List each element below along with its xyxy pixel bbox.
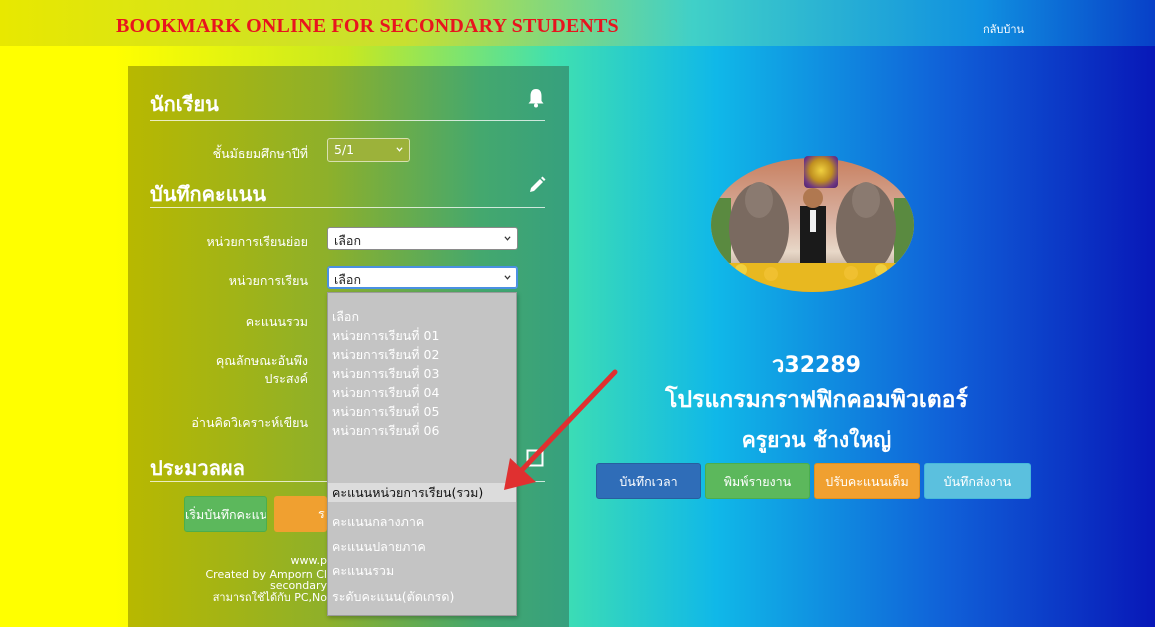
course-name: โปรแกรมกราฟฟิกคอมพิวเตอร์: [665, 387, 968, 413]
dropdown-option[interactable]: หน่วยการเรียนที่ 05: [328, 402, 516, 421]
unit-select-value: เลือก: [334, 272, 362, 287]
start-score-button[interactable]: เริ่มบันทึกคะแนน: [184, 496, 267, 532]
grade-label: ชั้นมัธยมศึกษาปีที่: [212, 146, 308, 161]
footer-secondary: secondary: [269, 579, 327, 592]
teacher-name: ครูยวน ช้างใหญ่: [741, 428, 892, 452]
dropdown-option[interactable]: คะแนนปลายภาค: [328, 537, 516, 556]
sub-unit-select-value: เลือก: [334, 233, 362, 248]
unit-dropdown-list: เลือก หน่วยการเรียนที่ 01 หน่วยการเรียนท…: [327, 292, 517, 616]
report-button[interactable]: ร: [274, 496, 327, 532]
sub-unit-select[interactable]: เลือก: [327, 227, 518, 250]
footer-website[interactable]: www.p: [137, 555, 327, 566]
unit-select[interactable]: เลือก: [327, 266, 518, 289]
dropdown-option[interactable]: เลือก: [328, 307, 516, 326]
student-section-title: นักเรียน: [150, 92, 219, 116]
trait-label-line2: ประสงค์: [264, 371, 308, 386]
trait-label-line1: คุณลักษณะอันพึง: [215, 353, 308, 368]
brand-title[interactable]: BOOKMARK ONLINE FOR SECONDARY STUDENTS: [116, 15, 619, 38]
dropdown-option[interactable]: คะแนนรวม: [328, 561, 516, 580]
sub-unit-label: หน่วยการเรียนย่อย: [206, 234, 308, 249]
record-time-button[interactable]: บันทึกเวลา: [596, 463, 701, 499]
dropdown-option[interactable]: ระดับคะแนน(ตัดเกรด): [328, 587, 516, 606]
total-score-label: คะแนนรวม: [245, 314, 308, 329]
dropdown-option[interactable]: หน่วยการเรียนที่ 03: [328, 364, 516, 383]
unit-label: หน่วยการเรียน: [228, 273, 308, 288]
grade-select-value: 5/1: [334, 142, 355, 157]
chevron-down-icon: [504, 275, 511, 280]
dropdown-option[interactable]: คะแนนกลางภาค: [328, 512, 516, 531]
score-section-title: บันทึกคะแนน: [150, 182, 267, 206]
dropdown-option[interactable]: หน่วยการเรียนที่ 01: [328, 326, 516, 345]
reading-analysis-label: อ่านคิดวิเคราะห์เขียน: [191, 415, 308, 430]
process-section-title: ประมวลผล: [150, 456, 245, 480]
school-emblem-icon: [804, 156, 838, 188]
bell-icon[interactable]: [527, 88, 545, 108]
dropdown-option[interactable]: หน่วยการเรียนที่ 02: [328, 345, 516, 364]
footer-compat: สามารถใช้ได้กับ PC,No: [212, 591, 327, 604]
grade-select[interactable]: 5/1: [327, 138, 410, 162]
print-report-button[interactable]: พิมพ์รายงาน: [705, 463, 810, 499]
dropdown-option-highlighted[interactable]: คะแนนหน่วยการเรียน(รวม): [328, 483, 516, 502]
student-section-divider: [150, 120, 545, 121]
course-code: ว32289: [772, 353, 861, 378]
score-section-divider: [150, 207, 545, 208]
adjust-full-score-button[interactable]: ปรับคะแนนเต็ม: [814, 463, 920, 499]
dropdown-option[interactable]: หน่วยการเรียนที่ 04: [328, 383, 516, 402]
dropdown-option[interactable]: หน่วยการเรียนที่ 06: [328, 421, 516, 440]
pencil-icon[interactable]: [527, 176, 546, 195]
chevron-down-icon: [396, 147, 403, 152]
home-link[interactable]: กลับบ้าน: [983, 20, 1024, 38]
chevron-down-icon: [504, 236, 511, 241]
record-submission-button[interactable]: บันทึกส่งงาน: [924, 463, 1031, 499]
